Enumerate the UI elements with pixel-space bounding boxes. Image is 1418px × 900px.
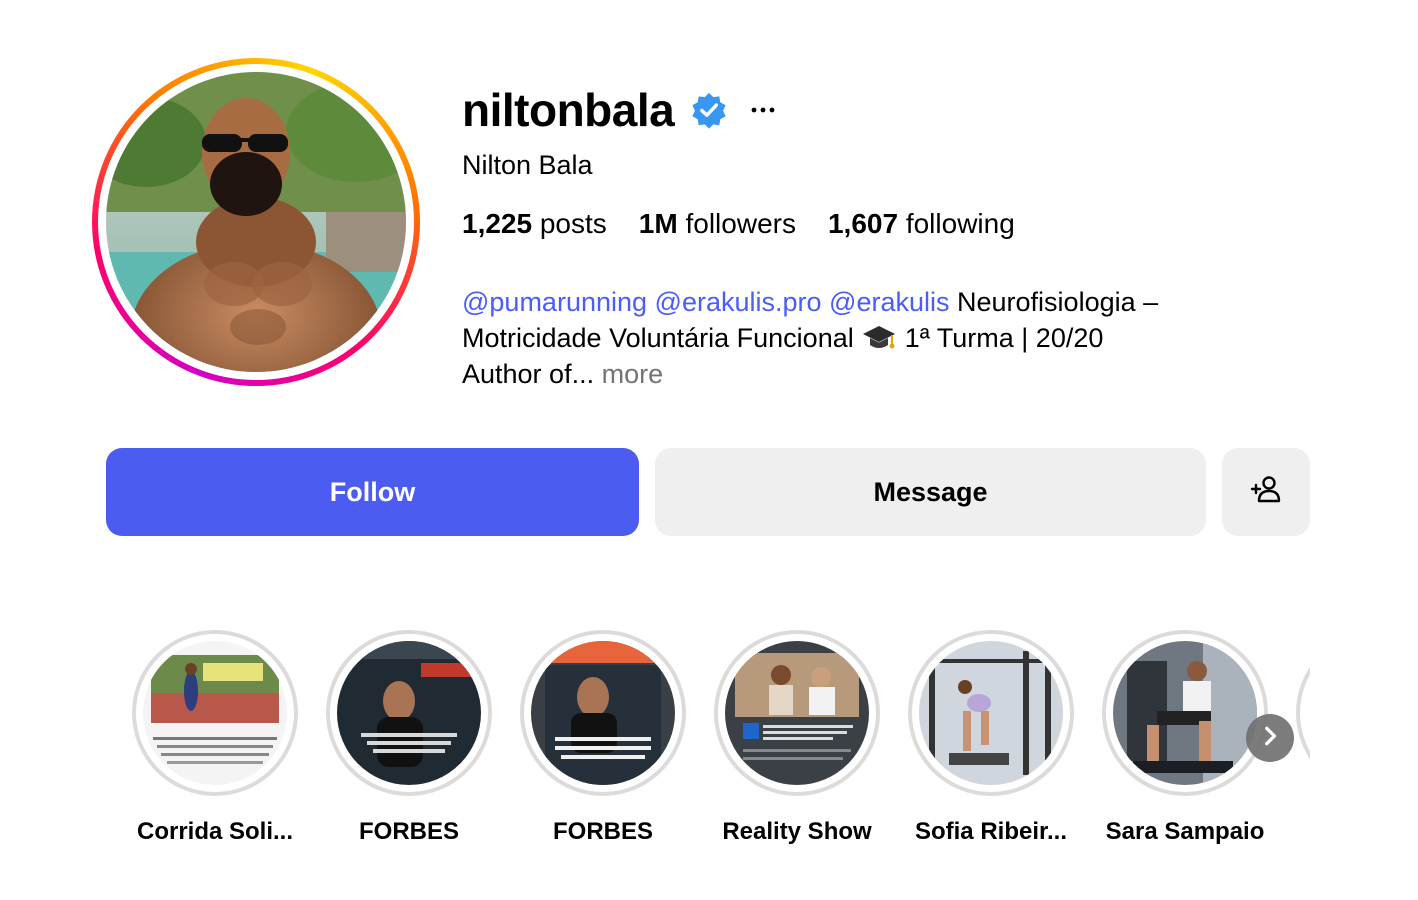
profile-bio: @pumarunning @erakulis.pro @erakulis Neu…	[462, 284, 1252, 392]
avatar-photo	[106, 72, 406, 372]
mention-erakulis[interactable]: @erakulis	[829, 287, 949, 317]
posts-count: 1,225 posts	[462, 208, 607, 240]
posts-label: posts	[539, 208, 607, 239]
bio-text-3: 1ª Turma | 20/20	[904, 323, 1104, 353]
highlight-cover	[919, 641, 1063, 785]
following-value: 1,607	[827, 208, 899, 239]
bio-text-1: Neurofisiologia –	[957, 287, 1159, 317]
full-name: Nilton Bala	[462, 150, 593, 180]
highlight-label: Sofia Ribeir...	[914, 818, 1068, 845]
highlight-cover	[337, 641, 481, 785]
chevron-right-icon	[1259, 725, 1281, 752]
highlight-label: FORBES	[552, 818, 653, 845]
highlights-next-button[interactable]	[1246, 714, 1294, 762]
highlight-label: Corrida Soli...	[136, 818, 294, 845]
following-label: following	[905, 208, 1015, 239]
profile-stats: 1,225 posts 1M followers 1,607 following	[462, 208, 1015, 240]
username-row: niltonbala	[462, 80, 776, 140]
highlight-label: Reality Show	[722, 818, 872, 845]
follow-button[interactable]: Follow	[106, 448, 639, 536]
profile-avatar[interactable]	[92, 58, 420, 386]
following-link[interactable]: 1,607 following	[828, 208, 1015, 240]
mention-erakulis-pro[interactable]: @erakulis.pro	[655, 287, 822, 317]
highlight-label: Sara Sampaio	[1105, 818, 1265, 845]
bio-more-link[interactable]: more	[602, 359, 664, 389]
highlight-cover	[725, 641, 869, 785]
username: niltonbala	[462, 84, 675, 136]
followers-label: followers	[685, 208, 796, 239]
mention-pumarunning[interactable]: @pumarunning	[462, 287, 647, 317]
graduation-cap-icon	[861, 323, 897, 353]
highlight-cover	[1113, 641, 1257, 785]
verified-badge-icon	[690, 91, 728, 129]
highlight-label: FORBES	[358, 818, 459, 845]
message-button[interactable]: Message	[655, 448, 1206, 536]
followers-value: 1M	[638, 208, 678, 239]
story-highlights: Corrida Soli... FORBES FORBES Reality Sh…	[118, 628, 1310, 868]
highlight-cover	[531, 641, 675, 785]
add-person-icon	[1249, 474, 1283, 511]
more-options-icon[interactable]	[750, 97, 776, 123]
suggest-people-button[interactable]	[1222, 448, 1310, 536]
posts-value: 1,225	[462, 208, 533, 239]
highlight-cover	[143, 641, 287, 785]
bio-text-4: Author of...	[462, 359, 595, 389]
bio-text-2: Motricidade Voluntária Funcional	[462, 323, 854, 353]
followers-link[interactable]: 1M followers	[639, 208, 796, 240]
